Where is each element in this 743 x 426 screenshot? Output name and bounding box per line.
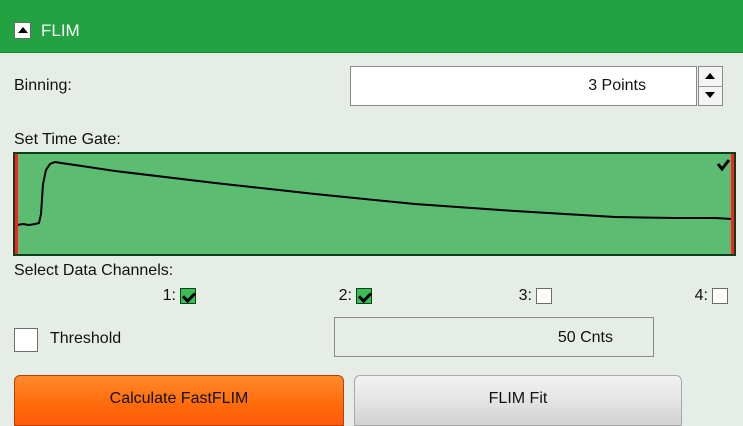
time-gate-plot[interactable] [13,152,736,256]
collapse-icon[interactable] [14,22,31,39]
channel-1-checkbox[interactable] [180,288,196,304]
binning-value: 3 Points [588,77,646,94]
channel-3-label: 3: [518,287,532,304]
binning-spinner[interactable] [698,66,723,106]
decay-trace [16,160,733,227]
channel-4-checkbox[interactable] [712,288,728,304]
binning-label: Binning: [14,77,72,94]
channel-4-label: 4: [694,287,708,304]
decrement-arrow-icon[interactable] [699,86,722,105]
channel-1[interactable]: 1: [155,287,196,305]
check-mark-icon [716,159,731,172]
threshold-label: Threshold [50,330,122,347]
calculate-fastflim-button[interactable]: Calculate FastFLIM [14,375,344,426]
increment-arrow-icon[interactable] [699,67,722,87]
threshold-value: 50 Cnts [557,329,613,346]
flim-fit-button[interactable]: FLIM Fit [354,375,682,426]
gate-start-marker [15,154,18,254]
decay-curve-graphic [15,154,734,254]
panel-title: FLIM [41,21,80,40]
channel-3-checkbox[interactable] [536,288,552,304]
channel-3[interactable]: 3: [508,287,552,305]
time-gate-label: Set Time Gate: [14,131,121,148]
threshold-checkbox[interactable] [14,328,38,352]
channels-label: Select Data Channels: [14,262,174,279]
channel-1-label: 1: [162,287,176,304]
gate-end-marker [731,154,734,254]
threshold-field[interactable]: 50 Cnts [334,317,654,357]
binning-field[interactable]: 3 Points [350,66,697,106]
channel-2-label: 2: [338,287,352,304]
channel-4[interactable]: 4: [684,287,728,305]
panel-header[interactable]: FLIM [0,0,743,53]
channel-2[interactable]: 2: [328,287,372,305]
channel-2-checkbox[interactable] [356,288,372,304]
